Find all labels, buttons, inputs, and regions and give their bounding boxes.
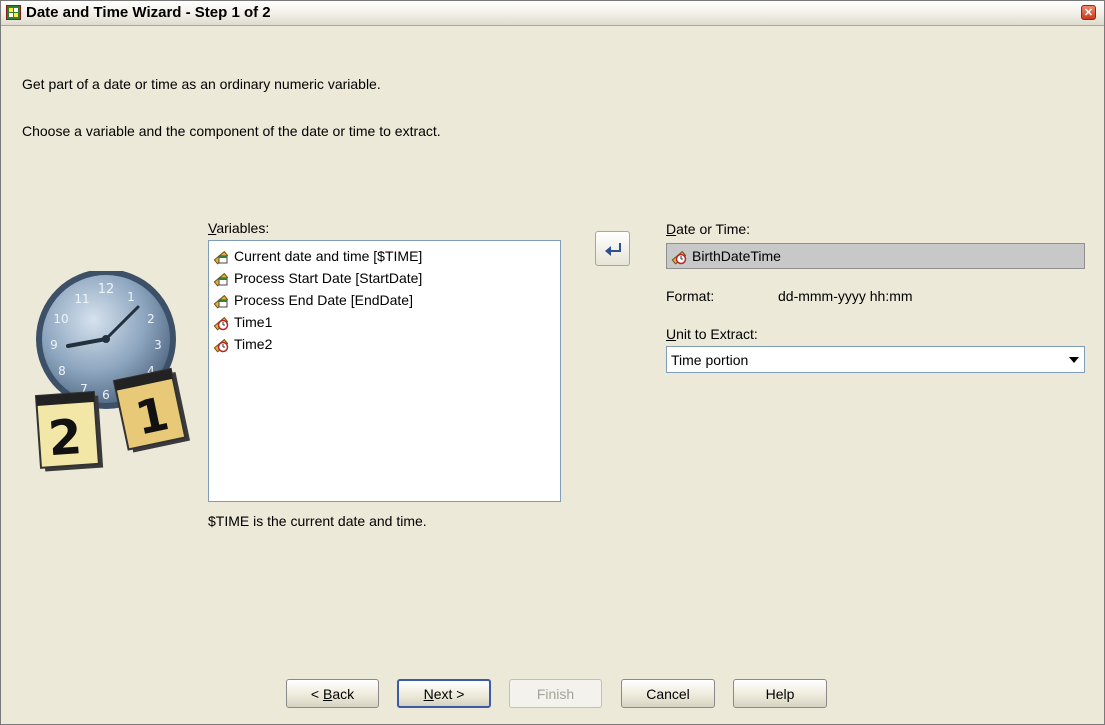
variable-label: Time2 (234, 336, 273, 352)
date-ruler-icon (212, 247, 230, 265)
time-ruler-icon (670, 247, 688, 265)
clock-numeral: 12 (98, 282, 115, 297)
back-mnemonic: B (322, 685, 333, 702)
next-text: ext > (433, 685, 465, 702)
clock-numeral: 1 (127, 290, 135, 304)
unit-to-extract-label: Unit to Extract: (666, 326, 758, 342)
clock-numeral: 3 (154, 338, 162, 352)
date-or-time-label: Date or Time: (666, 221, 750, 237)
back-prefix: < (310, 685, 323, 702)
format-value: dd-mmm-yyyy hh:mm (778, 288, 913, 304)
variables-label: Variables: (208, 220, 269, 236)
unit-selected-value: Time portion (671, 351, 749, 368)
unit-label-text: nit to Extract: (676, 326, 758, 342)
instruction-line-1: Get part of a date or time as an ordinar… (22, 76, 381, 92)
app-icon (6, 5, 21, 20)
chevron-down-icon (1069, 357, 1079, 363)
clock-numeral: 6 (102, 388, 110, 402)
date-or-time-label-mnemonic: D (666, 221, 677, 237)
clock-numeral: 11 (74, 292, 89, 306)
variable-label: Current date and time [$TIME] (234, 248, 423, 264)
clock-numeral: 8 (58, 364, 66, 378)
list-item[interactable]: Process Start Date [StartDate] (209, 267, 560, 289)
list-item[interactable]: Process End Date [EndDate] (209, 289, 560, 311)
instruction-line-2: Choose a variable and the component of t… (22, 123, 441, 139)
unit-label-mnemonic: U (666, 326, 677, 342)
back-button[interactable]: < Back (286, 679, 379, 708)
cancel-button[interactable]: Cancel (621, 679, 715, 708)
date-ruler-icon (212, 291, 230, 309)
variables-label-text: ariables: (216, 220, 270, 236)
list-item[interactable]: Time1 (209, 311, 560, 333)
variables-footnote: $TIME is the current date and time. (208, 513, 427, 529)
unit-to-extract-select[interactable]: Time portion (666, 346, 1085, 373)
calendar-left-digit: 2 (46, 409, 83, 467)
finish-button[interactable]: Finish (509, 679, 602, 708)
move-variable-button[interactable] (595, 231, 630, 266)
arrow-left-icon (604, 242, 621, 256)
help-button[interactable]: Help (733, 679, 827, 708)
date-or-time-value: BirthDateTime (692, 248, 781, 264)
date-time-illustration-icon: 12 1 2 3 4 5 6 7 8 9 10 11 2 1 (34, 271, 191, 472)
date-or-time-field[interactable]: BirthDateTime (666, 243, 1085, 269)
title-bar[interactable]: Date and Time Wizard - Step 1 of 2 ✕ (1, 1, 1104, 26)
date-ruler-icon (212, 269, 230, 287)
clock-numeral: 2 (147, 312, 155, 326)
close-icon: ✕ (1083, 7, 1094, 19)
variables-listbox[interactable]: Current date and time [$TIME] Process St… (208, 240, 561, 502)
back-text: ack (332, 685, 355, 702)
date-or-time-label-text: ate or Time: (676, 221, 751, 237)
list-item[interactable]: Time2 (209, 333, 560, 355)
window-title: Date and Time Wizard - Step 1 of 2 (26, 4, 271, 21)
variable-label: Time1 (234, 314, 273, 330)
list-item[interactable]: Current date and time [$TIME] (209, 245, 560, 267)
time-ruler-icon (212, 313, 230, 331)
close-button[interactable]: ✕ (1081, 5, 1096, 20)
next-mnemonic: N (423, 685, 434, 702)
clock-numeral: 9 (50, 338, 58, 352)
next-button[interactable]: Next > (397, 679, 491, 708)
variable-label: Process Start Date [StartDate] (234, 270, 423, 286)
clock-numeral: 10 (53, 312, 68, 326)
format-label: Format: (666, 288, 715, 304)
wizard-dialog: Date and Time Wizard - Step 1 of 2 ✕ Get… (0, 0, 1105, 725)
time-ruler-icon (212, 335, 230, 353)
variable-label: Process End Date [EndDate] (234, 292, 413, 308)
